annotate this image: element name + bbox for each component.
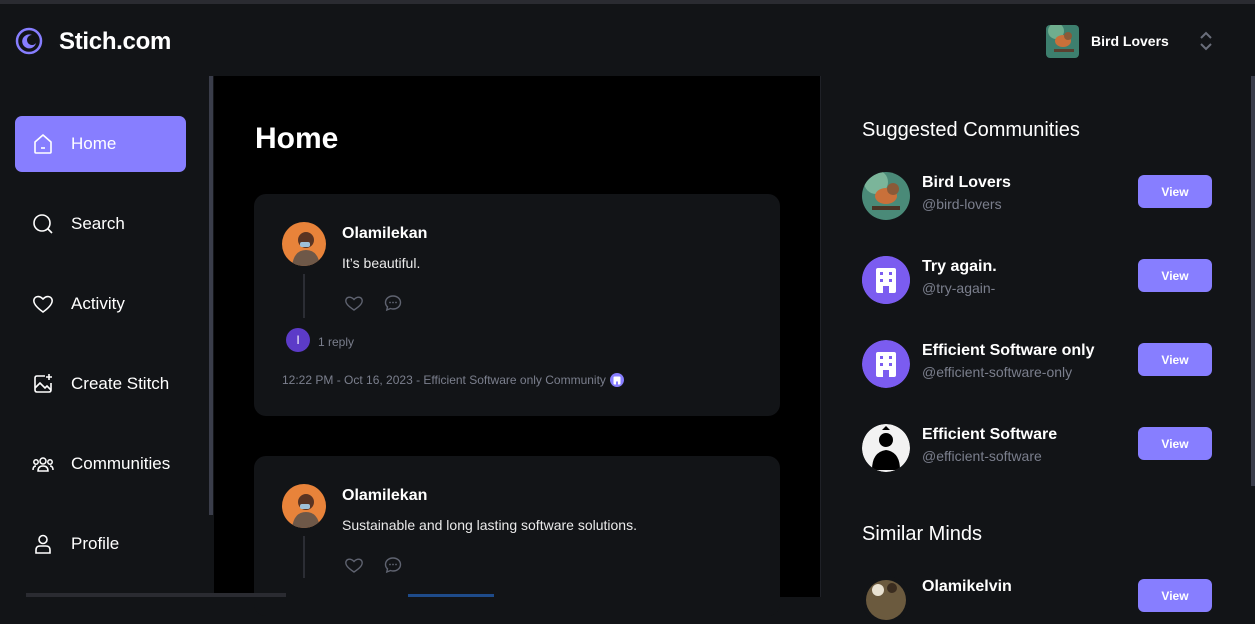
bottom-strip — [26, 593, 286, 597]
community-avatar[interactable] — [862, 256, 910, 304]
post-meta[interactable]: 12:22 PM - Oct 16, 2023 - Efficient Soft… — [282, 373, 624, 387]
community-avatar[interactable] — [862, 424, 910, 472]
community-badge-icon — [609, 373, 624, 387]
community-avatar[interactable] — [862, 172, 910, 220]
sidebar-item-label: Create Stitch — [71, 374, 170, 393]
sidebar-item-activity[interactable]: Activity — [15, 276, 186, 332]
main-feed: Home Olamilekan It’s beautiful. I 1 repl… — [214, 76, 820, 616]
avatar[interactable] — [282, 222, 326, 266]
chevron-up-down-icon[interactable] — [1198, 30, 1214, 52]
community-name[interactable]: Efficient Software only — [922, 342, 1094, 360]
post-author[interactable]: Olamilekan — [342, 487, 427, 505]
search-icon — [33, 214, 53, 234]
sidebar-scrollbar[interactable] — [209, 76, 213, 515]
community-item: Try again. @try-again- View — [862, 256, 1212, 304]
sidebar-item-label: Search — [71, 214, 125, 233]
view-button[interactable]: View — [1138, 343, 1212, 376]
logo-icon[interactable] — [14, 26, 44, 56]
sidebar-item-home[interactable]: Home — [15, 116, 186, 172]
reply-icon[interactable] — [384, 556, 402, 574]
reply-avatar[interactable]: I — [286, 328, 310, 352]
people-icon — [32, 457, 54, 472]
user-name[interactable]: Olamikelvin — [922, 578, 1012, 596]
heart-icon[interactable] — [344, 556, 364, 574]
similar-minds-title: Similar Minds — [862, 523, 983, 545]
sidebar-item-label: Home — [71, 134, 117, 153]
heart-icon[interactable] — [344, 294, 364, 312]
user-avatar[interactable] — [862, 576, 910, 624]
view-button[interactable]: View — [1138, 579, 1212, 612]
suggested-communities-title: Suggested Communities — [862, 119, 1080, 141]
heart-icon — [33, 295, 53, 313]
community-name[interactable]: Efficient Software — [922, 426, 1057, 444]
org-avatar — [1046, 24, 1079, 58]
avatar[interactable] — [282, 484, 326, 528]
sidebar-item-communities[interactable]: Communities — [15, 436, 186, 492]
user-item: Olamikelvin View — [862, 576, 1212, 624]
post-author[interactable]: Olamilekan — [342, 225, 427, 243]
community-item: Efficient Software @efficient-software V… — [862, 424, 1212, 472]
community-handle: @efficient-software-only — [922, 364, 1073, 380]
community-handle: @try-again- — [922, 280, 996, 296]
user-icon — [35, 534, 51, 554]
view-button[interactable]: View — [1138, 259, 1212, 292]
community-handle: @bird-lovers — [922, 196, 1002, 212]
thread-card[interactable]: Olamilekan Sustainable and long lasting … — [254, 456, 780, 616]
building-icon — [862, 340, 910, 388]
org-name: Bird Lovers — [1091, 33, 1169, 49]
image-plus-icon — [34, 374, 52, 393]
reply-count[interactable]: 1 reply — [318, 335, 354, 349]
post-meta-text: 12:22 PM - Oct 16, 2023 - Efficient Soft… — [282, 373, 606, 387]
community-name[interactable]: Try again. — [922, 258, 997, 276]
reply-icon[interactable] — [384, 294, 402, 312]
right-scrollbar[interactable] — [1251, 76, 1255, 486]
post-text: Sustainable and long lasting software so… — [342, 517, 637, 533]
thread-line — [303, 536, 305, 578]
sidebar-item-label: Communities — [71, 454, 171, 473]
thread-card[interactable]: Olamilekan It’s beautiful. I 1 reply 12:… — [254, 194, 780, 416]
community-item: Bird Lovers @bird-lovers View — [862, 172, 1212, 220]
sidebar-item-profile[interactable]: Profile — [15, 516, 186, 572]
sidebar-item-search[interactable]: Search — [15, 196, 186, 252]
view-button[interactable]: View — [1138, 427, 1212, 460]
left-sidebar: Home Search Activity Create Stitch Commu… — [0, 76, 214, 597]
sidebar-item-create-stitch[interactable]: Create Stitch — [15, 356, 186, 412]
building-icon — [862, 256, 910, 304]
community-item: Efficient Software only @efficient-softw… — [862, 340, 1212, 388]
post-text: It’s beautiful. — [342, 255, 421, 271]
page-title: Home — [255, 122, 339, 155]
thread-line — [303, 274, 305, 318]
community-handle: @efficient-software — [922, 448, 1042, 464]
sidebar-item-label: Activity — [71, 294, 125, 313]
brand-name[interactable]: Stich.com — [59, 28, 171, 56]
community-avatar[interactable] — [862, 340, 910, 388]
sidebar-item-label: Profile — [71, 534, 120, 553]
top-bar: Stich.com Bird Lovers — [0, 4, 1255, 76]
organization-switcher[interactable]: Bird Lovers — [1046, 24, 1169, 58]
right-sidebar: Suggested Communities Bird Lovers @bird-… — [820, 76, 1255, 624]
view-button[interactable]: View — [1138, 175, 1212, 208]
home-icon — [34, 134, 52, 154]
community-name[interactable]: Bird Lovers — [922, 174, 1011, 192]
